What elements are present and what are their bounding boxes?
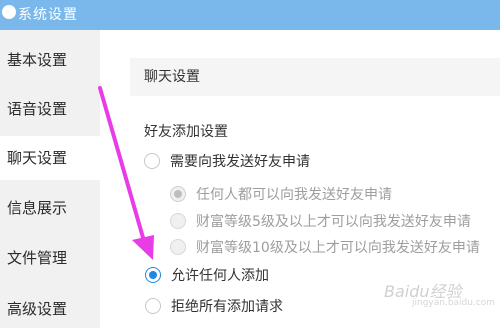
- radio-wealth-5[interactable]: [170, 213, 186, 229]
- sidebar-item-chat[interactable]: 聊天设置: [0, 136, 100, 180]
- radio-allow-anyone[interactable]: [145, 267, 161, 283]
- option-label: 需要向我发送好友申请: [170, 154, 310, 170]
- radio-wealth-10[interactable]: [170, 239, 186, 255]
- sidebar-item-advanced[interactable]: 高级设置: [0, 287, 100, 331]
- sidebar-item-info[interactable]: 信息展示: [0, 186, 100, 230]
- window-title: 系统设置: [18, 7, 78, 23]
- option-label: 任何人都可以向我发送好友申请: [196, 187, 392, 203]
- option-label: 允许任何人添加: [171, 268, 269, 284]
- sidebar-item-basic[interactable]: 基本设置: [0, 38, 100, 82]
- option-label: 财富等级10级及以上才可以向我发送好友申请: [196, 240, 480, 256]
- section-title: 聊天设置: [130, 58, 500, 96]
- radio-reject-all[interactable]: [145, 298, 161, 314]
- sidebar-item-voice[interactable]: 语音设置: [0, 87, 100, 131]
- title-bar: 系统设置: [0, 0, 500, 30]
- friend-add-label: 好友添加设置: [144, 124, 228, 140]
- radio-anyone-request[interactable]: [170, 186, 186, 202]
- sidebar: 基本设置 语音设置 聊天设置 信息展示 文件管理 高级设置: [0, 30, 100, 328]
- sidebar-item-files[interactable]: 文件管理: [0, 236, 100, 280]
- radio-require-request[interactable]: [144, 153, 160, 169]
- watermark-sub: jingyan.baidu.com: [412, 298, 496, 308]
- option-label: 拒绝所有添加请求: [171, 299, 283, 315]
- app-icon: [2, 5, 16, 19]
- option-label: 财富等级5级及以上才可以向我发送好友申请: [196, 214, 471, 230]
